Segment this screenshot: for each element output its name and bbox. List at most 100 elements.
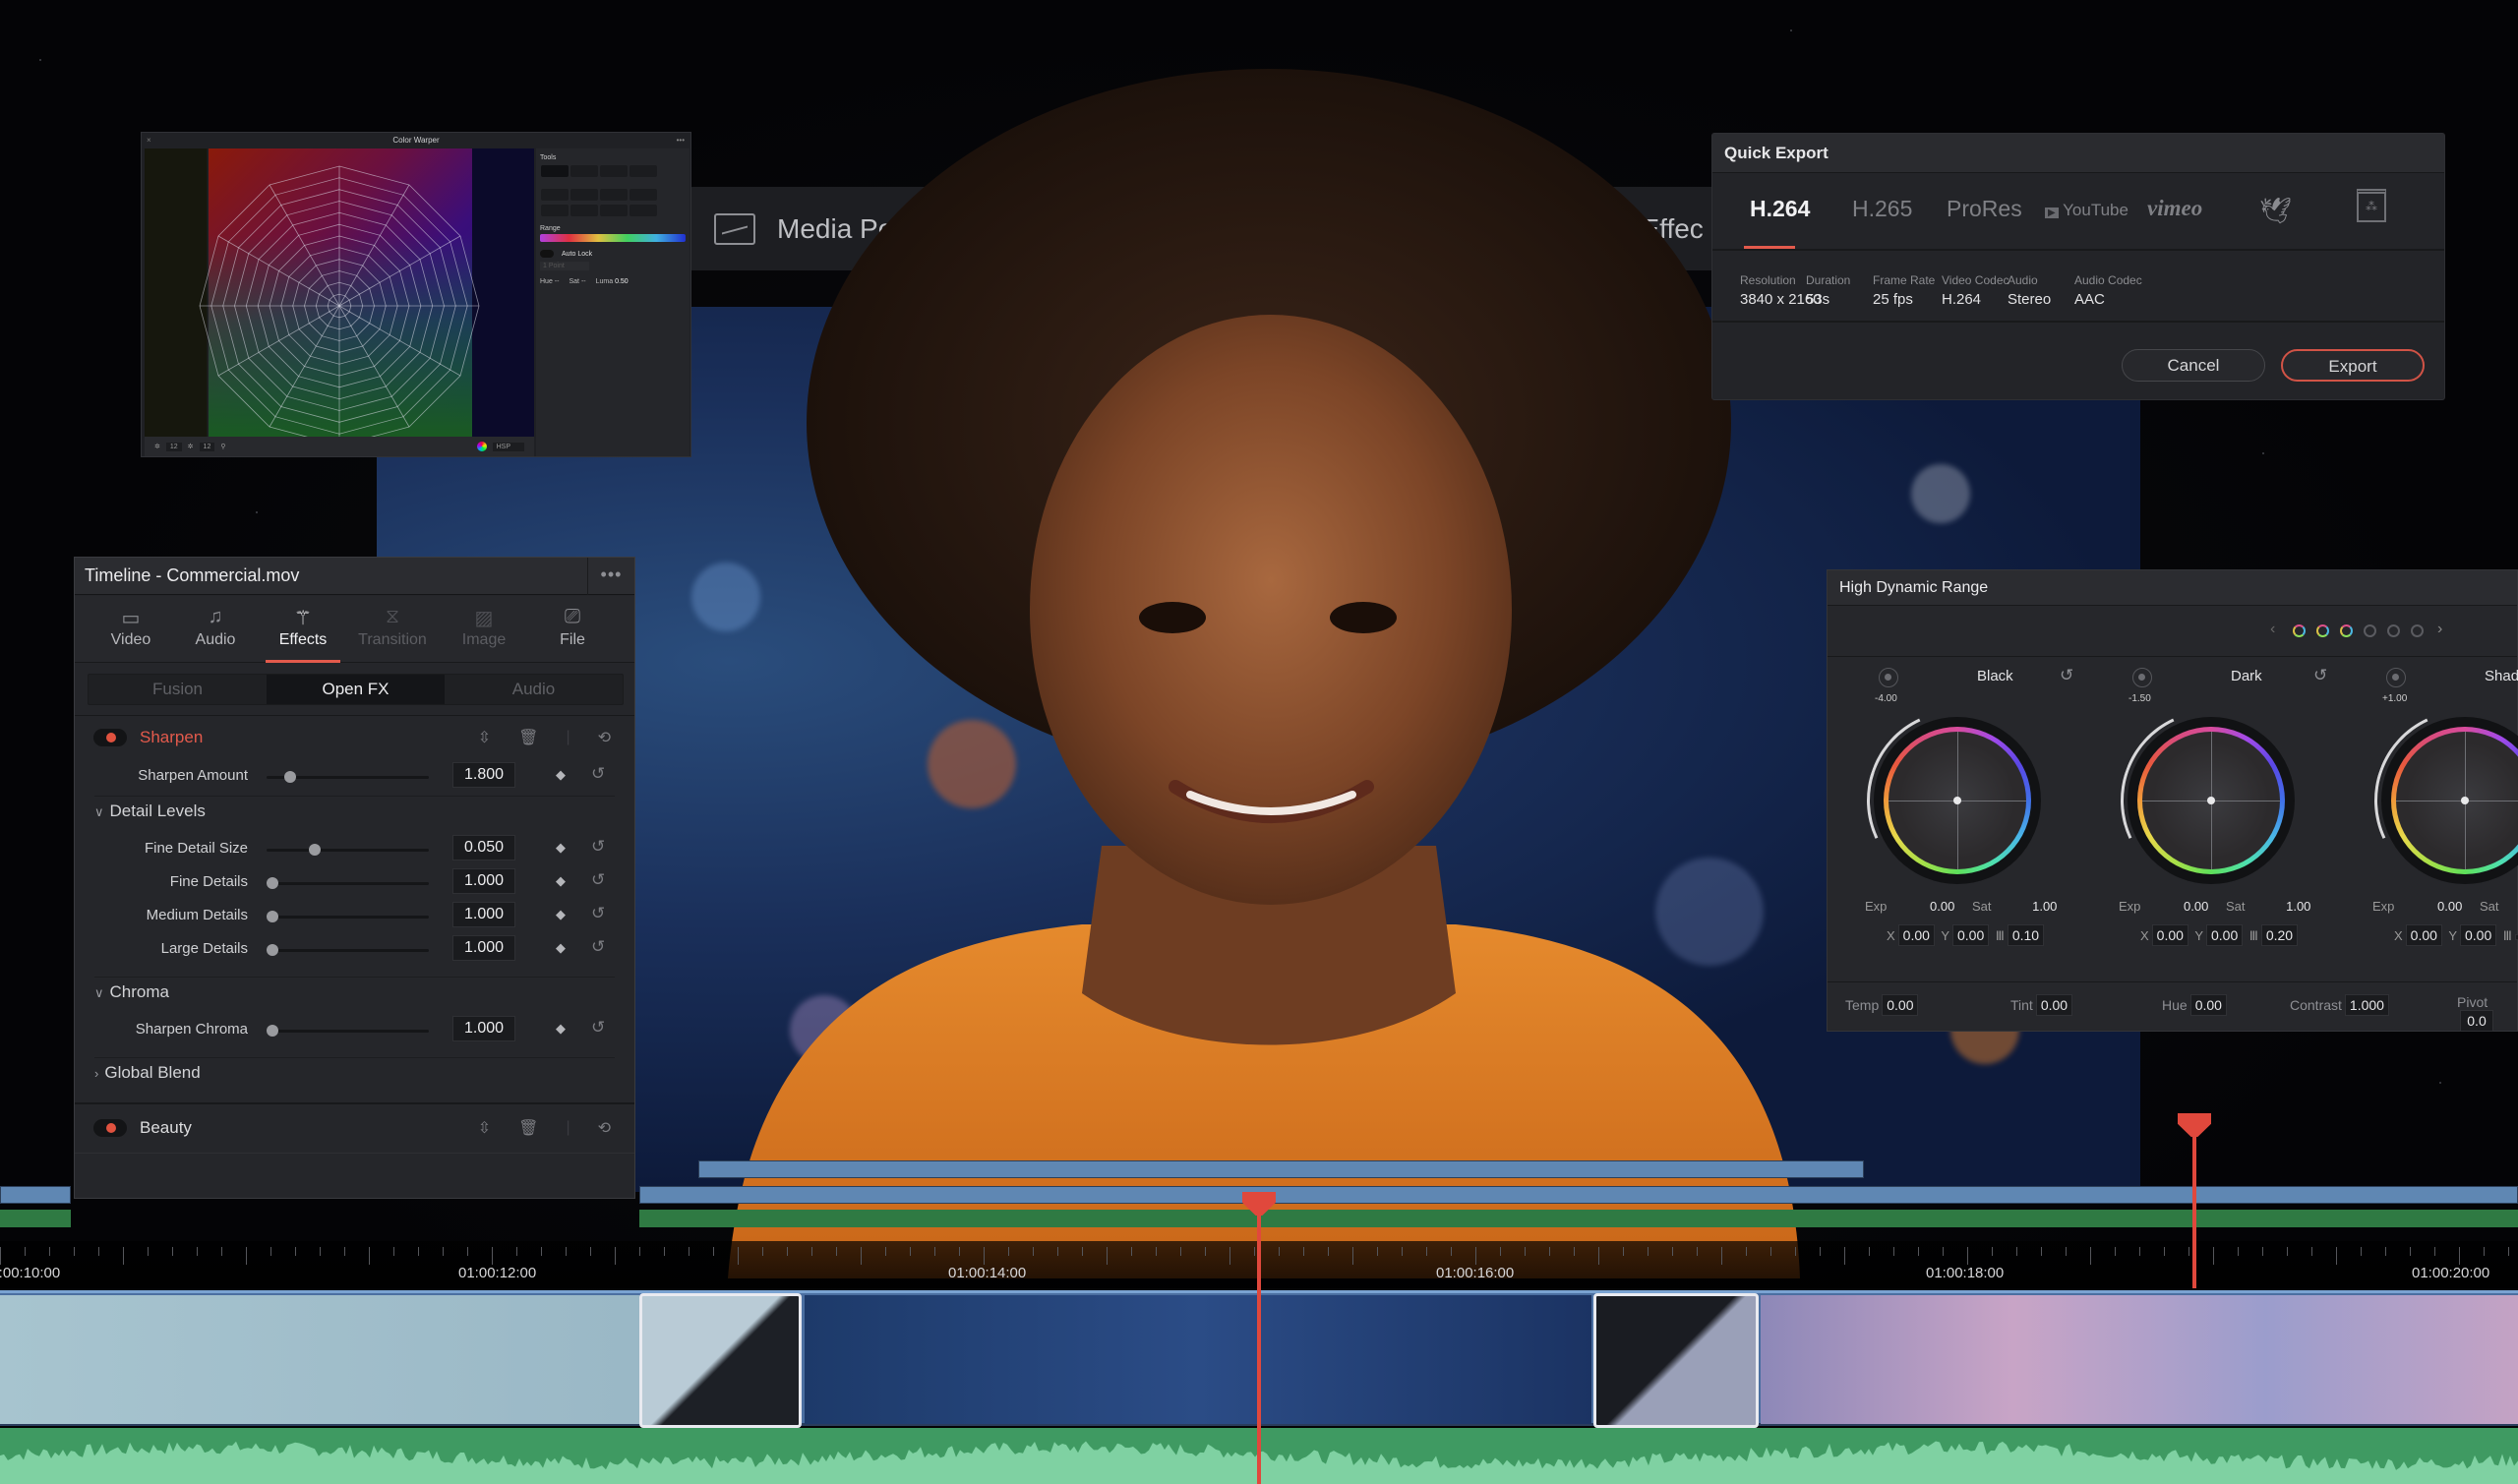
select-tool-icon[interactable] — [541, 165, 569, 177]
effect-enable-toggle[interactable] — [93, 729, 127, 746]
exposure-arc[interactable] — [2349, 684, 2518, 917]
slider-handle[interactable] — [308, 844, 321, 856]
section-header[interactable]: ∨ Chroma — [94, 982, 169, 1002]
warper-mesh[interactable] — [145, 148, 534, 437]
zone-knob-icon[interactable] — [2386, 668, 2406, 687]
format-vimeo[interactable]: vimeo — [2147, 196, 2202, 221]
link-icon[interactable]: ⚲ — [220, 443, 225, 450]
reset-icon[interactable]: ↺ — [2060, 666, 2073, 685]
param-value-field[interactable]: 0.050 — [452, 835, 515, 861]
tab-audio[interactable]: ♫ Audio — [176, 596, 255, 663]
hue-field[interactable]: 0.00 — [2189, 994, 2227, 1016]
falloff-field[interactable]: 0.20 — [2260, 924, 2299, 946]
tool-icon[interactable] — [630, 189, 657, 201]
exp-value[interactable]: 0.00 — [2184, 899, 2208, 914]
trash-icon[interactable]: 🗑 — [518, 728, 538, 747]
tool-icon[interactable] — [600, 205, 628, 216]
page-dot[interactable] — [2316, 624, 2329, 637]
x-field[interactable]: 0.00 — [2151, 924, 2188, 946]
keyframe-diamond-icon[interactable]: ◆ — [556, 840, 566, 856]
video-clip-portrait[interactable] — [805, 1295, 1591, 1424]
param-slider[interactable] — [267, 944, 429, 956]
tab-file[interactable]: ⎚ File — [533, 596, 612, 663]
wheel-center-handle[interactable] — [2207, 797, 2215, 804]
more-options-button[interactable]: ••• — [587, 558, 634, 595]
zone-knob-icon[interactable] — [1879, 668, 1898, 687]
keyframe-diamond-icon[interactable]: ◆ — [556, 1021, 566, 1037]
clip-block[interactable] — [639, 1186, 2518, 1204]
page-dot[interactable] — [2364, 624, 2376, 637]
more-icon[interactable]: ••• — [677, 133, 685, 148]
page-dot[interactable] — [2293, 624, 2306, 637]
param-slider[interactable] — [267, 877, 429, 889]
audio-block[interactable] — [0, 1210, 71, 1227]
reset-icon[interactable]: ↺ — [591, 764, 605, 784]
param-value-field[interactable]: 1.000 — [452, 935, 515, 961]
param-slider[interactable] — [267, 1025, 429, 1037]
reset-icon[interactable]: ↺ — [591, 837, 605, 857]
secondary-playhead-handle[interactable] — [2178, 1113, 2211, 1137]
reset-icon[interactable]: ↺ — [591, 904, 605, 923]
x-field[interactable]: 0.00 — [2405, 924, 2442, 946]
transition-clip[interactable] — [1593, 1293, 1759, 1428]
add-preset-icon[interactable]: ⟲ — [598, 1118, 611, 1138]
keyframe-diamond-icon[interactable]: ◆ — [556, 907, 566, 922]
tab-image[interactable]: ▨ Image — [445, 596, 523, 663]
color-space-select[interactable]: HSP — [492, 442, 524, 451]
trash-icon[interactable]: 🗑 — [518, 1118, 538, 1138]
keyframe-diamond-icon[interactable]: ◆ — [556, 940, 566, 956]
format-youtube[interactable]: ▶ YouTube — [2045, 201, 2128, 220]
tool-icon[interactable] — [570, 205, 598, 216]
page-dot[interactable] — [2411, 624, 2424, 637]
slider-handle[interactable] — [267, 911, 278, 922]
wheel-center-handle[interactable] — [2461, 797, 2469, 804]
range-spectrum[interactable] — [540, 234, 686, 242]
param-slider[interactable] — [267, 771, 429, 783]
section-header[interactable]: › Global Blend — [94, 1063, 201, 1083]
exp-value[interactable]: 0.00 — [2437, 899, 2462, 914]
contrast-field[interactable]: 1.000 — [2344, 994, 2389, 1016]
tab-transition[interactable]: ⧖ Transition — [353, 596, 432, 663]
reorder-icon[interactable]: ⇳ — [478, 728, 491, 747]
page-tab-effects[interactable]: ✦ Effec — [1591, 187, 1704, 270]
reset-icon[interactable]: ↺ — [591, 870, 605, 890]
segment-audio[interactable]: Audio — [445, 675, 623, 704]
slider-handle[interactable] — [284, 771, 297, 783]
format-h264[interactable]: H.264 — [1750, 196, 1810, 222]
clip-block[interactable] — [698, 1160, 1864, 1178]
param-value-field[interactable]: 1.800 — [452, 762, 515, 788]
exp-value[interactable]: 0.00 — [1930, 899, 1954, 914]
temp-field[interactable]: 0.00 — [1882, 994, 1919, 1016]
slider-handle[interactable] — [267, 944, 278, 956]
tint-field[interactable]: 0.00 — [2035, 994, 2073, 1016]
export-button[interactable]: Export — [2281, 349, 2425, 382]
y-field[interactable]: 0.00 — [2459, 924, 2497, 946]
hue-grid-select[interactable]: 12 — [165, 442, 182, 451]
param-value-field[interactable]: 1.000 — [452, 1016, 515, 1041]
format-presentation[interactable]: ⁂ — [2357, 189, 2386, 222]
add-preset-icon[interactable]: ⟲ — [598, 728, 611, 747]
param-value-field[interactable]: 1.000 — [452, 902, 515, 927]
section-header[interactable]: ∨ Detail Levels — [94, 801, 206, 821]
secondary-playhead[interactable] — [2192, 1121, 2196, 1288]
sat-value[interactable]: 1.00 — [2032, 899, 2057, 914]
reset-icon[interactable]: ↺ — [591, 937, 605, 957]
y-field[interactable]: 0.00 — [1951, 924, 1990, 946]
slider-handle[interactable] — [267, 877, 278, 889]
falloff-field[interactable]: 0.10 — [2007, 924, 2045, 946]
segment-open-fx[interactable]: Open FX — [267, 675, 445, 704]
keyframe-diamond-icon[interactable]: ◆ — [556, 767, 566, 783]
page-tab-media-pool[interactable]: Media Pool — [714, 187, 915, 270]
tool-icon[interactable] — [570, 189, 598, 201]
video-clip-landscape[interactable] — [1761, 1295, 2518, 1424]
tab-video[interactable]: ▭ Video — [91, 596, 170, 663]
zone-knob-icon[interactable] — [2132, 668, 2152, 687]
reset-icon[interactable]: ↺ — [2313, 666, 2327, 685]
prev-page-icon[interactable]: ‹ — [2270, 621, 2275, 638]
tool-icon[interactable] — [541, 189, 569, 201]
y-field[interactable]: 0.00 — [2205, 924, 2244, 946]
tool-icon[interactable] — [630, 205, 657, 216]
tab-effects[interactable]: ⚚ Effects — [264, 596, 342, 663]
video-clip-smiling[interactable] — [0, 1295, 639, 1424]
format-h265[interactable]: H.265 — [1852, 196, 1912, 222]
